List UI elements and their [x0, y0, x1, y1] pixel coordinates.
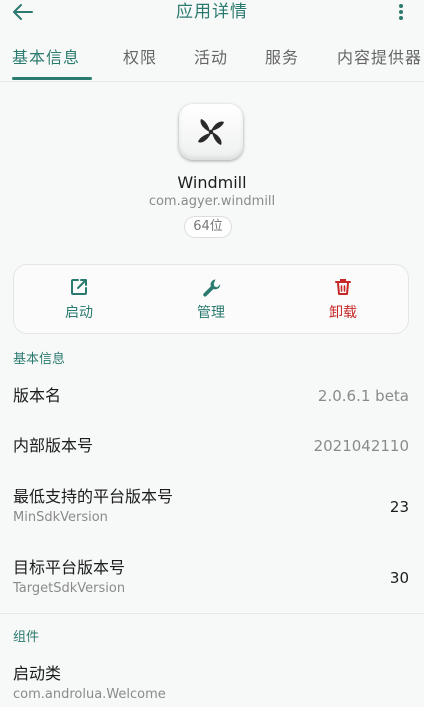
row-min-sdk-sub: MinSdkVersion	[13, 510, 108, 525]
tab-permissions[interactable]: 权限	[123, 46, 157, 70]
launch-icon	[71, 279, 87, 295]
trash-icon	[335, 279, 351, 295]
tab-indicator	[12, 77, 92, 80]
section-header-basic-info: 基本信息	[13, 352, 66, 367]
row-target-sdk-label: 目标平台版本号	[13, 558, 126, 577]
app-name: Windmill	[177, 173, 247, 192]
wrench-icon	[203, 279, 221, 297]
page-title: 应用详情	[176, 2, 248, 22]
section-header-components: 组件	[13, 630, 40, 645]
tab-services[interactable]: 服务	[265, 46, 299, 70]
section-divider	[0, 613, 424, 614]
row-launch-class-label[interactable]: 启动类	[13, 663, 61, 685]
app-package-name: com.agyer.windmill	[148, 194, 276, 209]
row-version-code-label: 内部版本号	[13, 436, 94, 455]
manage-button[interactable]: 管理	[161, 265, 261, 335]
row-launch-class-sub: com.androlua.Welcome	[13, 687, 166, 702]
uninstall-button[interactable]: 卸载	[293, 265, 393, 335]
row-version-code-value: 2021042110	[313, 437, 409, 455]
row-target-sdk-sub: TargetSdkVersion	[13, 581, 126, 596]
manage-label: 管理	[197, 305, 225, 321]
action-card: 启动 管理 卸载	[13, 264, 409, 334]
app-bar: 应用详情	[0, 0, 424, 26]
tab-activities[interactable]: 活动	[194, 46, 228, 70]
uninstall-label: 卸载	[329, 305, 357, 321]
row-target-sdk-value: 30	[389, 569, 409, 587]
tab-content-providers[interactable]: 内容提供器	[337, 46, 422, 70]
windmill-icon	[198, 119, 224, 145]
more-vert-icon[interactable]	[398, 3, 404, 21]
tab-bar: 基本信息 权限 活动 服务 内容提供器	[0, 46, 424, 82]
tab-basic-info[interactable]: 基本信息	[12, 46, 80, 70]
arch-badge: 64位	[184, 216, 232, 238]
row-min-sdk-label: 最低支持的平台版本号	[13, 487, 174, 506]
launch-label: 启动	[65, 305, 93, 321]
launch-button[interactable]: 启动	[29, 265, 129, 335]
row-version-name-value: 2.0.6.1 beta	[317, 387, 409, 405]
row-version-name-label: 版本名	[13, 386, 62, 405]
tab-divider	[0, 81, 424, 82]
app-icon	[179, 104, 243, 160]
row-min-sdk-value: 23	[389, 498, 409, 516]
